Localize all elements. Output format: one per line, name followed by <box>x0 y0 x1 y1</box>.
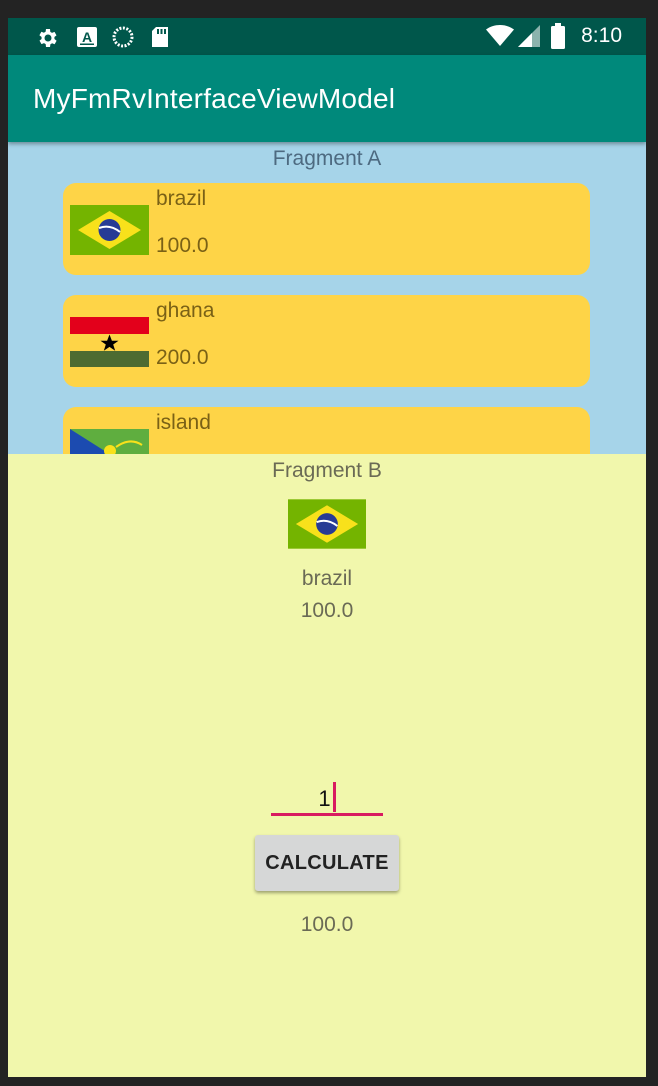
wifi-icon <box>486 25 514 52</box>
item-value: 200.0 <box>156 346 209 369</box>
status-bar: A 8:10 <box>8 18 646 55</box>
brazil-flag-icon <box>288 499 366 549</box>
fragment-b-title: Fragment B <box>272 459 382 482</box>
result-value: 100.0 <box>300 913 354 936</box>
input-underline <box>271 813 383 816</box>
quantity-input-value: 1 <box>318 786 331 811</box>
sync-circle-icon <box>112 26 134 53</box>
status-time: 8:10 <box>581 24 622 47</box>
gear-icon <box>36 26 60 55</box>
selected-value: 100.0 <box>300 599 354 622</box>
list-item-brazil[interactable]: brazil 100.0 <box>63 183 590 275</box>
svg-text:A: A <box>82 29 92 45</box>
fragment-a-title: Fragment A <box>272 147 382 170</box>
item-value: 100.0 <box>156 234 209 257</box>
text-caret <box>332 782 336 812</box>
list-item-island[interactable]: island <box>63 407 590 454</box>
phone-screen: A 8:10 MyFmRvInterfaceViewModel Fragment… <box>8 18 646 1077</box>
item-name: ghana <box>156 299 215 322</box>
fragment-a: Fragment A brazil 100.0 ghana 200.0 isla… <box>8 142 646 454</box>
item-name: island <box>156 411 211 434</box>
selected-name: brazil <box>301 567 353 590</box>
app-bar: MyFmRvInterfaceViewModel <box>8 55 646 142</box>
quantity-input[interactable]: 1 <box>271 776 383 816</box>
fragment-b: Fragment B brazil 100.0 1 CALCULATE 100.… <box>8 454 646 1077</box>
sd-card-icon <box>150 26 170 53</box>
battery-icon <box>551 23 565 54</box>
calculate-button[interactable]: CALCULATE <box>255 835 399 891</box>
brazil-flag-icon <box>70 205 149 255</box>
island-flag-icon <box>70 429 149 454</box>
a-notification-icon: A <box>76 26 98 53</box>
app-title: MyFmRvInterfaceViewModel <box>33 83 396 114</box>
signal-icon <box>518 25 540 52</box>
item-name: brazil <box>156 187 207 210</box>
ghana-flag-icon <box>70 317 149 367</box>
list-item-ghana[interactable]: ghana 200.0 <box>63 295 590 387</box>
